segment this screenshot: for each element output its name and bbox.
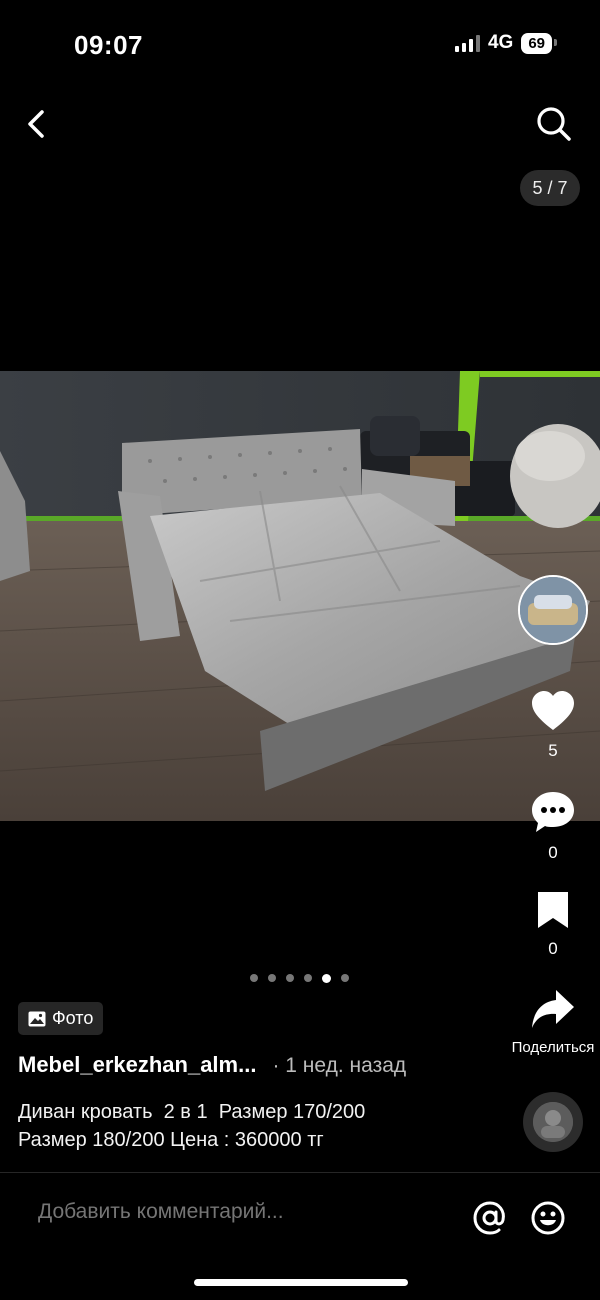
smiley-icon	[531, 1201, 565, 1235]
save-action[interactable]: 0	[500, 890, 600, 959]
post-description: Диван кровать 2 в 1 Размер 170/200 Разме…	[18, 1101, 366, 1151]
comment-count: 0	[548, 843, 558, 862]
disc-cover-image	[533, 1102, 573, 1142]
like-action[interactable]: 5	[500, 690, 600, 761]
save-count: 0	[548, 939, 558, 958]
search-button[interactable]	[534, 104, 574, 144]
bookmark-icon	[538, 892, 568, 928]
comment-input[interactable]	[38, 1200, 438, 1224]
heart-icon	[532, 691, 574, 730]
author-line: Mebel_erkezhan_alm... · 1 нед. назад	[18, 1052, 406, 1078]
home-indicator[interactable]	[194, 1279, 408, 1286]
carousel-dot[interactable]	[250, 974, 258, 982]
like-count: 5	[548, 741, 558, 760]
status-indicators: 4G 69	[454, 32, 557, 54]
seller-thumbnail[interactable]	[518, 575, 588, 645]
share-action[interactable]: Поделиться	[500, 988, 600, 1056]
mention-button[interactable]	[472, 1200, 508, 1236]
battery-icon: 69	[521, 32, 557, 54]
share-label: Поделиться	[511, 1039, 595, 1056]
back-button[interactable]	[18, 104, 58, 144]
photo-badge: Фото	[18, 1002, 104, 1035]
network-type: 4G	[487, 32, 514, 53]
carousel-dot[interactable]	[268, 974, 276, 982]
music-disc-cover	[533, 1102, 573, 1142]
image-counter: 5 / 7	[520, 170, 580, 206]
thumbnail-image	[520, 577, 586, 643]
status-time: 09:07	[74, 30, 143, 60]
emoji-button[interactable]	[530, 1200, 566, 1236]
search-icon	[537, 107, 571, 141]
carousel-dot[interactable]	[304, 974, 312, 982]
carousel-dot[interactable]	[286, 974, 294, 982]
image-icon	[28, 1011, 46, 1026]
author-name[interactable]: Mebel_erkezhan_alm...	[18, 1052, 256, 1078]
chevron-left-icon	[28, 110, 44, 138]
photo-badge-label: Фото	[52, 1008, 94, 1028]
carousel-dot-active[interactable]	[322, 973, 331, 983]
carousel-dot[interactable]	[341, 974, 349, 982]
comment-bubble-icon	[532, 792, 574, 832]
divider	[0, 1172, 600, 1173]
signal-icon	[454, 34, 480, 52]
at-sign-icon	[473, 1201, 505, 1235]
music-disc[interactable]	[523, 1092, 583, 1152]
post-time: · 1 нед. назад	[272, 1054, 407, 1077]
carousel-dots	[250, 973, 349, 983]
comment-action[interactable]: 0	[500, 790, 600, 863]
share-arrow-icon	[532, 990, 574, 1028]
